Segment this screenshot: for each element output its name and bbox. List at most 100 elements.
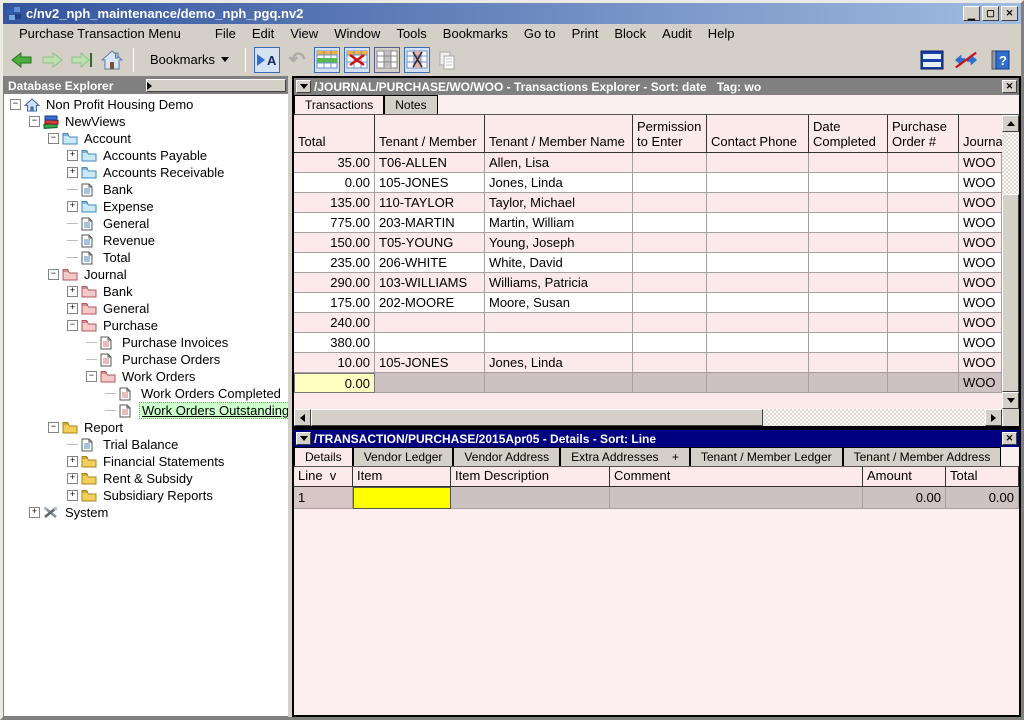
column-header-contact-phone[interactable]: Contact Phone [707, 115, 809, 153]
cell[interactable]: 103-WILLIAMS [375, 273, 485, 293]
cell[interactable] [888, 373, 959, 393]
cell[interactable]: Moore, Susan [485, 293, 633, 313]
cell[interactable] [888, 173, 959, 193]
cell[interactable] [451, 487, 610, 509]
cell[interactable] [375, 373, 485, 393]
scroll-left-button[interactable] [294, 409, 311, 426]
column-header-permission-to-enter[interactable]: Permission to Enter [633, 115, 707, 153]
cell[interactable]: 203-MARTIN [375, 213, 485, 233]
cell[interactable] [633, 213, 707, 233]
cell[interactable] [809, 153, 888, 173]
tree-item-purchase-orders[interactable]: Purchase Orders [4, 351, 288, 368]
cell[interactable] [707, 273, 809, 293]
back-button[interactable] [9, 47, 35, 73]
cell[interactable]: WOO [959, 333, 1002, 353]
tree-item-journal[interactable]: −Journal [4, 266, 288, 283]
tab-vendor-ledger[interactable]: Vendor Ledger [353, 447, 454, 466]
cell[interactable] [888, 233, 959, 253]
delete-column-button[interactable] [404, 47, 430, 73]
cell[interactable] [707, 373, 809, 393]
table-row[interactable]: 35.00T06-ALLENAllen, LisaWOO [294, 153, 1002, 173]
forward-button[interactable] [39, 47, 65, 73]
tree-item-work-orders-outstanding[interactable]: Work Orders Outstanding [4, 402, 288, 419]
menu-audit[interactable]: Audit [654, 25, 700, 42]
column-header-item[interactable]: Item [353, 467, 451, 487]
tab-details[interactable]: Details [294, 447, 353, 466]
tab-extra-addresses[interactable]: Extra Addresses + [560, 447, 690, 466]
bookmarks-dropdown-button[interactable]: Bookmarks [142, 48, 237, 72]
tree-item-system[interactable]: +System [4, 504, 288, 521]
cell[interactable] [707, 233, 809, 253]
scrollbar-thumb[interactable] [1002, 194, 1019, 392]
cell[interactable] [888, 193, 959, 213]
cell[interactable] [633, 373, 707, 393]
cell[interactable] [809, 173, 888, 193]
cell[interactable]: WOO [959, 233, 1002, 253]
cell[interactable] [485, 373, 633, 393]
cell[interactable]: 35.00 [294, 153, 375, 173]
tree-item-revenue[interactable]: Revenue [4, 232, 288, 249]
cell[interactable] [633, 153, 707, 173]
cell[interactable] [707, 193, 809, 213]
menu-window[interactable]: Window [326, 25, 388, 42]
menu-tools[interactable]: Tools [388, 25, 434, 42]
cell[interactable]: 10.00 [294, 353, 375, 373]
cell[interactable]: 0.00 [294, 373, 375, 393]
cell[interactable] [485, 333, 633, 353]
tree-toggle-icon[interactable]: + [67, 201, 78, 212]
tree-toggle-icon[interactable]: + [67, 150, 78, 161]
cell[interactable] [888, 333, 959, 353]
cell[interactable] [888, 153, 959, 173]
cell[interactable]: 202-MOORE [375, 293, 485, 313]
tree-item-bank[interactable]: +Bank [4, 283, 288, 300]
table-row[interactable]: 175.00202-MOOREMoore, SusanWOO [294, 293, 1002, 313]
tree-toggle-icon[interactable]: + [67, 167, 78, 178]
tree-item-accounts-receivable[interactable]: +Accounts Receivable [4, 164, 288, 181]
split-window-button[interactable] [919, 47, 945, 73]
tab-transactions[interactable]: Transactions [294, 95, 384, 114]
cell[interactable]: 135.00 [294, 193, 375, 213]
cell[interactable]: 0.00 [294, 173, 375, 193]
menu-file[interactable]: File [207, 25, 244, 42]
scroll-up-button[interactable] [1002, 115, 1019, 132]
menu-view[interactable]: View [282, 25, 326, 42]
cell[interactable] [707, 153, 809, 173]
table-row[interactable]: 0.00105-JONESJones, LindaWOO [294, 173, 1002, 193]
cell[interactable] [888, 253, 959, 273]
tree-toggle-icon[interactable]: − [29, 116, 40, 127]
cell[interactable]: 0.00 [946, 487, 1019, 509]
tree-toggle-icon[interactable]: + [67, 490, 78, 501]
cell[interactable]: 380.00 [294, 333, 375, 353]
cell[interactable] [707, 293, 809, 313]
tree-item-purchase-invoices[interactable]: Purchase Invoices [4, 334, 288, 351]
tab-vendor-address[interactable]: Vendor Address [453, 447, 560, 466]
vertical-scrollbar[interactable] [1002, 115, 1019, 409]
tree-item-general[interactable]: General [4, 215, 288, 232]
delete-row-button[interactable] [344, 47, 370, 73]
cell[interactable] [888, 313, 959, 333]
cell[interactable] [707, 313, 809, 333]
cell[interactable]: WOO [959, 373, 1002, 393]
cell[interactable] [809, 313, 888, 333]
horizontal-scrollbar[interactable] [294, 409, 1002, 426]
column-header-total[interactable]: Total [294, 115, 375, 153]
tab-tenant-member-ledger[interactable]: Tenant / Member Ledger [690, 447, 843, 466]
cell[interactable] [707, 353, 809, 373]
cell[interactable] [809, 253, 888, 273]
cell[interactable]: WOO [959, 293, 1002, 313]
tree-toggle-icon[interactable]: − [48, 133, 59, 144]
cell[interactable] [809, 333, 888, 353]
tree-item-trial-balance[interactable]: Trial Balance [4, 436, 288, 453]
tree-item-non-profit-housing-demo[interactable]: −Non Profit Housing Demo [4, 96, 288, 113]
menu-help[interactable]: Help [700, 25, 743, 42]
cell[interactable]: Jones, Linda [485, 353, 633, 373]
cell[interactable] [633, 313, 707, 333]
table-row[interactable]: 290.00103-WILLIAMSWilliams, PatriciaWOO [294, 273, 1002, 293]
cell[interactable] [610, 487, 863, 509]
cell[interactable]: 0.00 [863, 487, 946, 509]
cell[interactable] [809, 233, 888, 253]
cell[interactable]: Young, Joseph [485, 233, 633, 253]
column-header-total[interactable]: Total [946, 467, 1019, 487]
tree-item-financial-statements[interactable]: +Financial Statements [4, 453, 288, 470]
cell[interactable] [809, 373, 888, 393]
